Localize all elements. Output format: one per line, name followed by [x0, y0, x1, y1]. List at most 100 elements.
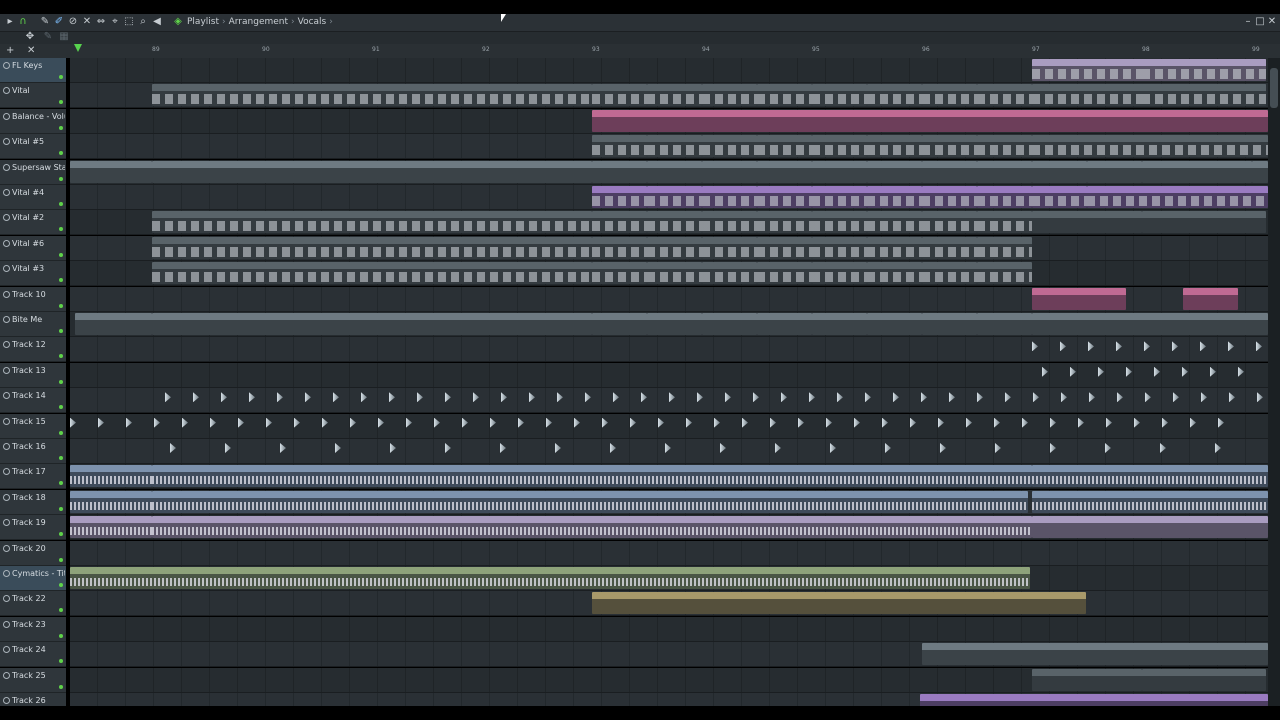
- pattern-clip[interactable]: Vital #5: [1032, 135, 1268, 158]
- drum-hit-icon[interactable]: [1256, 341, 1262, 352]
- drum-hit-icon[interactable]: [665, 443, 671, 453]
- track-header[interactable]: Bite Me: [0, 312, 66, 337]
- track-enable-icon[interactable]: [3, 646, 10, 654]
- pattern-clip[interactable]: FLEX #4: [75, 313, 152, 335]
- drum-hit-icon[interactable]: [1182, 366, 1188, 377]
- track-lane[interactable]: FL Keys FL Keys: [70, 58, 1268, 83]
- pattern-clip[interactable]: Cymatics - Master Collection Vol 2 Riser…: [592, 592, 1086, 615]
- pattern-clip[interactable]: Vital #5: [1142, 84, 1266, 107]
- pattern-clip[interactable]: Vital #5: [922, 84, 977, 107]
- drum-hit-icon[interactable]: [775, 443, 781, 453]
- pattern-clip[interactable]: Pattern 11: [757, 211, 812, 234]
- playback-tool-icon[interactable]: ◀: [151, 15, 163, 29]
- track-name[interactable]: Track 23: [3, 620, 65, 630]
- pattern-clip[interactable]: Pattern 12: [1142, 211, 1266, 234]
- drum-hit-icon[interactable]: [1117, 392, 1123, 403]
- pattern-clip[interactable]: Pattern 15: [812, 236, 867, 259]
- drum-hit-icon[interactable]: [630, 417, 636, 428]
- track-lane[interactable]: Cymatics - Impact 15 Cymatics - Impact 15…: [70, 464, 1268, 490]
- track-lane[interactable]: [70, 337, 1268, 363]
- pattern-clip[interactable]: FLEX: [1252, 160, 1268, 183]
- pattern-clip[interactable]: Pattern 15: [922, 236, 977, 259]
- track-lane[interactable]: Vital #5 Vital #5 Vital #5 Vital #5 Vital #5…: [70, 83, 1268, 109]
- drum-hit-icon[interactable]: [995, 443, 1001, 453]
- pattern-clip[interactable]: Vocals: [152, 516, 1032, 539]
- drum-hit-icon[interactable]: [417, 392, 423, 403]
- track-enable-icon[interactable]: [3, 239, 10, 247]
- drum-hit-icon[interactable]: [1089, 392, 1095, 403]
- pattern-clip[interactable]: Pattern 16: [977, 262, 1032, 285]
- track-active-led-icon[interactable]: [59, 100, 63, 105]
- close-icon[interactable]: ✕: [1266, 15, 1278, 29]
- drum-hit-icon[interactable]: [1032, 341, 1038, 352]
- drum-hit-icon[interactable]: [529, 392, 535, 403]
- track-name[interactable]: Track 24: [3, 645, 65, 655]
- pattern-clip[interactable]: FLEX: [152, 160, 592, 183]
- drum-hit-icon[interactable]: [610, 443, 616, 453]
- track-active-led-icon[interactable]: [59, 430, 63, 435]
- drum-hit-icon[interactable]: [921, 392, 927, 403]
- pattern-clip[interactable]: Vital #4: [757, 186, 812, 208]
- track-header[interactable]: Vital #3: [0, 261, 66, 287]
- drum-hit-icon[interactable]: [882, 417, 888, 428]
- pattern-clip[interactable]: Vital #5: [757, 135, 812, 158]
- pattern-clip[interactable]: Pattern 11: [922, 211, 977, 234]
- pattern-clip[interactable]: Pattern 15: [977, 236, 1032, 259]
- track-name[interactable]: Bite Me: [3, 315, 65, 325]
- track-header[interactable]: Track 19: [0, 515, 66, 541]
- pattern-clip[interactable]: FLEX: [757, 160, 812, 183]
- drum-hit-icon[interactable]: [1088, 341, 1094, 352]
- drum-hit-icon[interactable]: [1238, 366, 1244, 377]
- pattern-clip[interactable]: Vital #5: [592, 135, 647, 158]
- pattern-clip[interactable]: FLEX: [977, 313, 1032, 335]
- track-name[interactable]: Cymatics - Tita: [3, 569, 65, 579]
- pattern-clip[interactable]: Pattern 15: [647, 236, 702, 259]
- drum-hit-icon[interactable]: [182, 417, 188, 428]
- track-name[interactable]: Balance - Volume: [3, 112, 65, 122]
- track-header[interactable]: Track 15: [0, 413, 66, 439]
- track-name[interactable]: Vital #4: [3, 188, 65, 198]
- pattern-clip[interactable]: Vocals: [70, 516, 152, 539]
- drum-hit-icon[interactable]: [714, 417, 720, 428]
- drum-hit-icon[interactable]: [697, 392, 703, 403]
- drum-hit-icon[interactable]: [518, 417, 524, 428]
- drum-hit-icon[interactable]: [940, 443, 946, 453]
- drum-hit-icon[interactable]: [555, 443, 561, 453]
- drum-hit-icon[interactable]: [277, 392, 283, 403]
- drum-hit-icon[interactable]: [473, 392, 479, 403]
- track-lane[interactable]: Cymatics - Master Collection Vol 2 Riser…: [70, 591, 1268, 617]
- track-active-led-icon[interactable]: [59, 75, 63, 79]
- pattern-clip[interactable]: Pattern 12: [1032, 211, 1142, 234]
- pattern-clip[interactable]: Cymatics - Impact 15: [70, 490, 152, 513]
- drum-hit-icon[interactable]: [1070, 366, 1076, 377]
- drum-hit-icon[interactable]: [720, 443, 726, 453]
- track-name[interactable]: Track 12: [3, 340, 65, 350]
- track-header[interactable]: Track 14: [0, 388, 66, 414]
- track-active-led-icon[interactable]: [59, 354, 63, 359]
- track-enable-icon[interactable]: [3, 341, 10, 349]
- track-enable-icon[interactable]: [3, 443, 10, 450]
- track-active-led-icon[interactable]: [59, 405, 63, 410]
- drum-hit-icon[interactable]: [977, 392, 983, 403]
- pattern-clip[interactable]: Pattern 16: [812, 262, 867, 285]
- track-enable-icon[interactable]: [3, 570, 10, 577]
- pattern-clip[interactable]: FLEX: [867, 160, 922, 183]
- drum-hit-icon[interactable]: [266, 417, 272, 428]
- drum-hit-icon[interactable]: [238, 417, 244, 428]
- draw-tool-icon[interactable]: ✎: [39, 15, 51, 29]
- drum-hit-icon[interactable]: [1201, 392, 1207, 403]
- track-enable-icon[interactable]: [3, 214, 10, 222]
- drum-hit-icon[interactable]: [1042, 366, 1048, 377]
- drum-hit-icon[interactable]: [389, 392, 395, 403]
- pattern-clip[interactable]: Vital #4: [1032, 186, 1087, 208]
- paint-tool-icon[interactable]: ✐: [53, 15, 65, 29]
- drum-hit-icon[interactable]: [669, 392, 675, 403]
- drum-hit-icon[interactable]: [1160, 443, 1166, 453]
- pattern-clip[interactable]: FLEX: [867, 313, 922, 335]
- track-active-led-icon[interactable]: [59, 151, 63, 156]
- pattern-clip[interactable]: Pattern 16: [152, 262, 592, 285]
- drum-hit-icon[interactable]: [445, 443, 451, 453]
- track-name[interactable]: Track 16: [3, 442, 65, 452]
- track-active-led-icon[interactable]: [59, 481, 63, 486]
- track-name[interactable]: Supersaw Stadi: [3, 163, 65, 173]
